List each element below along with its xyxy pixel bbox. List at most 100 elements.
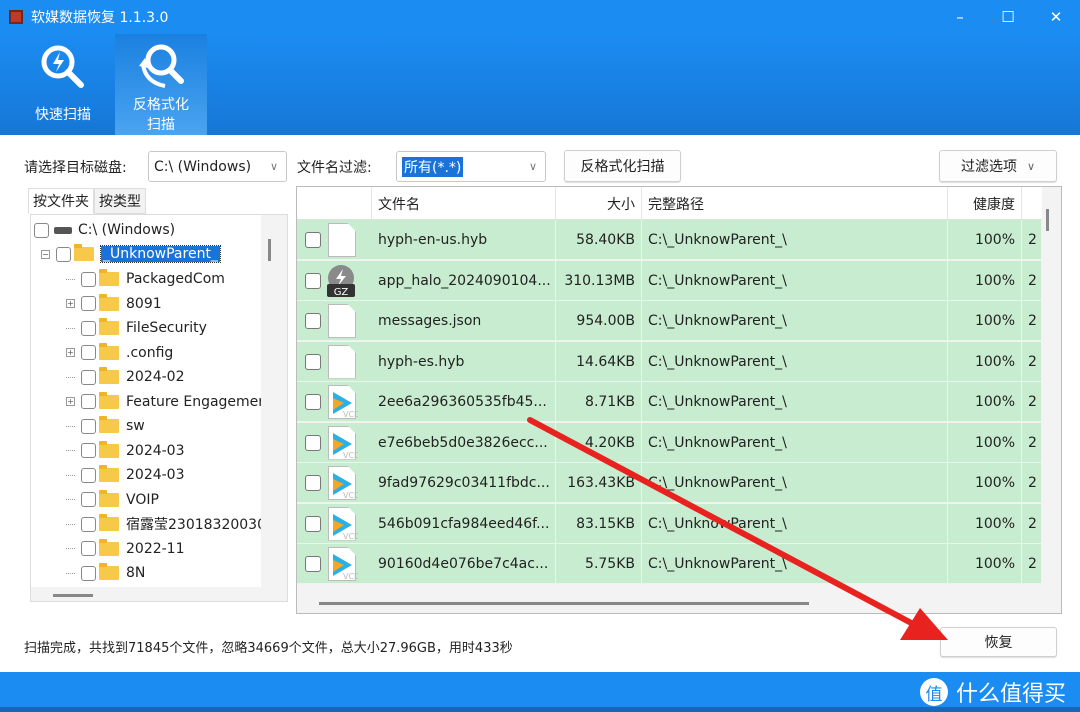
- tree-node-label: VOIP: [126, 491, 159, 508]
- cell-health: 100%: [948, 503, 1022, 544]
- row-checkbox[interactable]: [305, 434, 321, 451]
- disk-select-value: C:\ (Windows): [154, 158, 252, 175]
- checkbox[interactable]: [81, 467, 96, 483]
- checkbox[interactable]: [81, 492, 96, 507]
- folder-tree[interactable]: C:\ (Windows) − _UnknowParent_ PackagedCom +…: [30, 214, 288, 602]
- checkbox[interactable]: [81, 320, 96, 336]
- cell-name: 2ee6a296360535fb45...: [372, 382, 556, 422]
- tree-node[interactable]: 8N: [66, 561, 145, 585]
- checkbox[interactable]: [81, 541, 96, 556]
- expand-icon[interactable]: +: [66, 397, 75, 406]
- table-row[interactable]: messages.json 954.00B C:\_UnknowParent_\ 10…: [297, 301, 1042, 341]
- tab-by-folder[interactable]: 按文件夹: [28, 188, 94, 214]
- tree-node[interactable]: FileSecurity: [66, 316, 207, 340]
- recover-button[interactable]: 恢复: [940, 627, 1057, 657]
- tree-node-selected[interactable]: − _UnknowParent_: [41, 242, 221, 266]
- checkbox[interactable]: [81, 443, 96, 458]
- quick-scan-button[interactable]: 快速扫描: [20, 34, 106, 135]
- tree-node[interactable]: 2024-02: [66, 365, 185, 389]
- checkbox[interactable]: [81, 516, 96, 532]
- checkbox[interactable]: [81, 369, 96, 385]
- maximize-button[interactable]: ☐: [984, 0, 1032, 34]
- cell-name: app_halo_2024090104...: [372, 260, 556, 301]
- table-row[interactable]: VCD e7e6beb5d0e3826ecc...4.20KBC:\_Unknow…: [297, 422, 1042, 463]
- tree-node[interactable]: + Feature Engagemer: [66, 390, 261, 414]
- cell-size: 163.43KB: [556, 463, 642, 503]
- filter-select-value: 所有(*.*): [402, 156, 464, 177]
- checkbox[interactable]: [81, 418, 96, 434]
- tree-node-label: 2022-11: [126, 540, 185, 557]
- tree-node[interactable]: +8091: [66, 292, 162, 316]
- table-vertical-scrollbar[interactable]: [1046, 209, 1049, 231]
- tree-node[interactable]: 2024-03: [66, 463, 185, 487]
- svg-text:VCD: VCD: [343, 451, 358, 459]
- minimize-button[interactable]: –: [936, 0, 984, 34]
- tree-node[interactable]: VOIP: [66, 488, 159, 512]
- column-header-path[interactable]: 完整路径: [642, 187, 948, 220]
- filter-options-button[interactable]: 过滤选项 ∨: [939, 150, 1057, 182]
- checkbox[interactable]: [81, 296, 96, 311]
- table-row[interactable]: VCD 2ee6a296360535fb45...8.71KBC:\_Unknow…: [297, 382, 1042, 422]
- cell-health: 100%: [948, 463, 1022, 503]
- unformat-scan-start-button[interactable]: 反格式化扫描: [564, 150, 681, 182]
- row-checkbox[interactable]: [305, 232, 321, 248]
- table-row[interactable]: VCD 9fad97629c03411fbdc...163.43KBC:\_Unk…: [297, 463, 1042, 503]
- video-play-icon: VCD: [330, 552, 360, 584]
- checkbox[interactable]: [81, 565, 96, 581]
- table-row[interactable]: GZ app_halo_2024090104... 310.13MB C:\_Unkn…: [297, 260, 1042, 301]
- tree-node[interactable]: PackagedCom: [66, 267, 225, 291]
- tree-node[interactable]: 2022-11: [66, 537, 185, 561]
- tree-node[interactable]: 2024-03: [66, 439, 185, 463]
- row-checkbox[interactable]: [305, 475, 321, 491]
- row-checkbox[interactable]: [305, 515, 321, 532]
- checkbox[interactable]: [81, 271, 96, 287]
- tree-node[interactable]: + .config: [66, 341, 173, 365]
- tree-horizontal-scrollbar[interactable]: [53, 594, 93, 597]
- row-checkbox[interactable]: [305, 313, 321, 329]
- tab-by-type[interactable]: 按类型: [94, 188, 146, 214]
- cell-name: hyph-en-us.hyb: [372, 220, 556, 260]
- tree-node[interactable]: sw: [66, 414, 145, 438]
- chevron-down-icon: ∨: [1026, 159, 1036, 173]
- tree-node[interactable]: 宿露莹23018320030: [66, 512, 261, 536]
- table-horizontal-scrollbar[interactable]: [319, 602, 809, 605]
- checkbox[interactable]: [81, 345, 96, 360]
- column-header-more[interactable]: [1022, 187, 1042, 220]
- expand-icon[interactable]: +: [66, 299, 75, 308]
- table-row[interactable]: VCD 546b091cfa984eed46f...83.15KBC:\_Unkn…: [297, 503, 1042, 544]
- collapse-icon[interactable]: −: [41, 249, 50, 259]
- folder-icon: [99, 465, 119, 482]
- tree-line: [66, 523, 75, 525]
- row-checkbox[interactable]: [305, 272, 321, 289]
- table-row[interactable]: VCD 90160d4e076be7c4ac...5.75KBC:\_Unknow…: [297, 544, 1042, 584]
- checkbox[interactable]: [34, 222, 49, 238]
- column-header-size[interactable]: 大小: [556, 187, 642, 220]
- table-row[interactable]: hyph-es.hyb 14.64KB C:\_UnknowParent_\ 100%…: [297, 341, 1042, 382]
- column-header-name[interactable]: 文件名: [372, 187, 556, 220]
- cell-extra: 2: [1022, 260, 1042, 301]
- row-checkbox[interactable]: [305, 353, 321, 370]
- cell-name: 90160d4e076be7c4ac...: [372, 544, 556, 584]
- cell-name: e7e6beb5d0e3826ecc...: [372, 422, 556, 463]
- file-icon: [328, 344, 356, 379]
- column-header-select: [297, 187, 372, 220]
- cell-path: C:\_UnknowParent_\: [642, 544, 948, 584]
- row-checkbox[interactable]: [305, 394, 321, 410]
- close-button[interactable]: ✕: [1032, 0, 1080, 34]
- column-header-health[interactable]: 健康度: [948, 187, 1022, 220]
- checkbox[interactable]: [56, 246, 71, 262]
- filename-filter-select[interactable]: 所有(*.*) ∨: [396, 151, 546, 182]
- chevron-down-icon: ∨: [269, 160, 278, 173]
- cell-path: C:\_UnknowParent_\: [642, 220, 948, 260]
- table-row[interactable]: hyph-en-us.hyb 58.40KB C:\_UnknowParent_\ 1…: [297, 220, 1042, 260]
- row-checkbox[interactable]: [305, 556, 321, 572]
- unformat-scan-button[interactable]: 反格式化 扫描: [115, 34, 207, 135]
- disk-select[interactable]: C:\ (Windows) ∨: [148, 151, 287, 182]
- quick-scan-icon: [41, 45, 84, 88]
- tree-line: [66, 278, 75, 280]
- tree-vertical-scrollbar[interactable]: [268, 239, 271, 261]
- expand-icon[interactable]: +: [66, 348, 75, 357]
- tree-node-root[interactable]: C:\ (Windows): [34, 218, 175, 242]
- folder-icon: [99, 367, 119, 384]
- checkbox[interactable]: [81, 394, 96, 409]
